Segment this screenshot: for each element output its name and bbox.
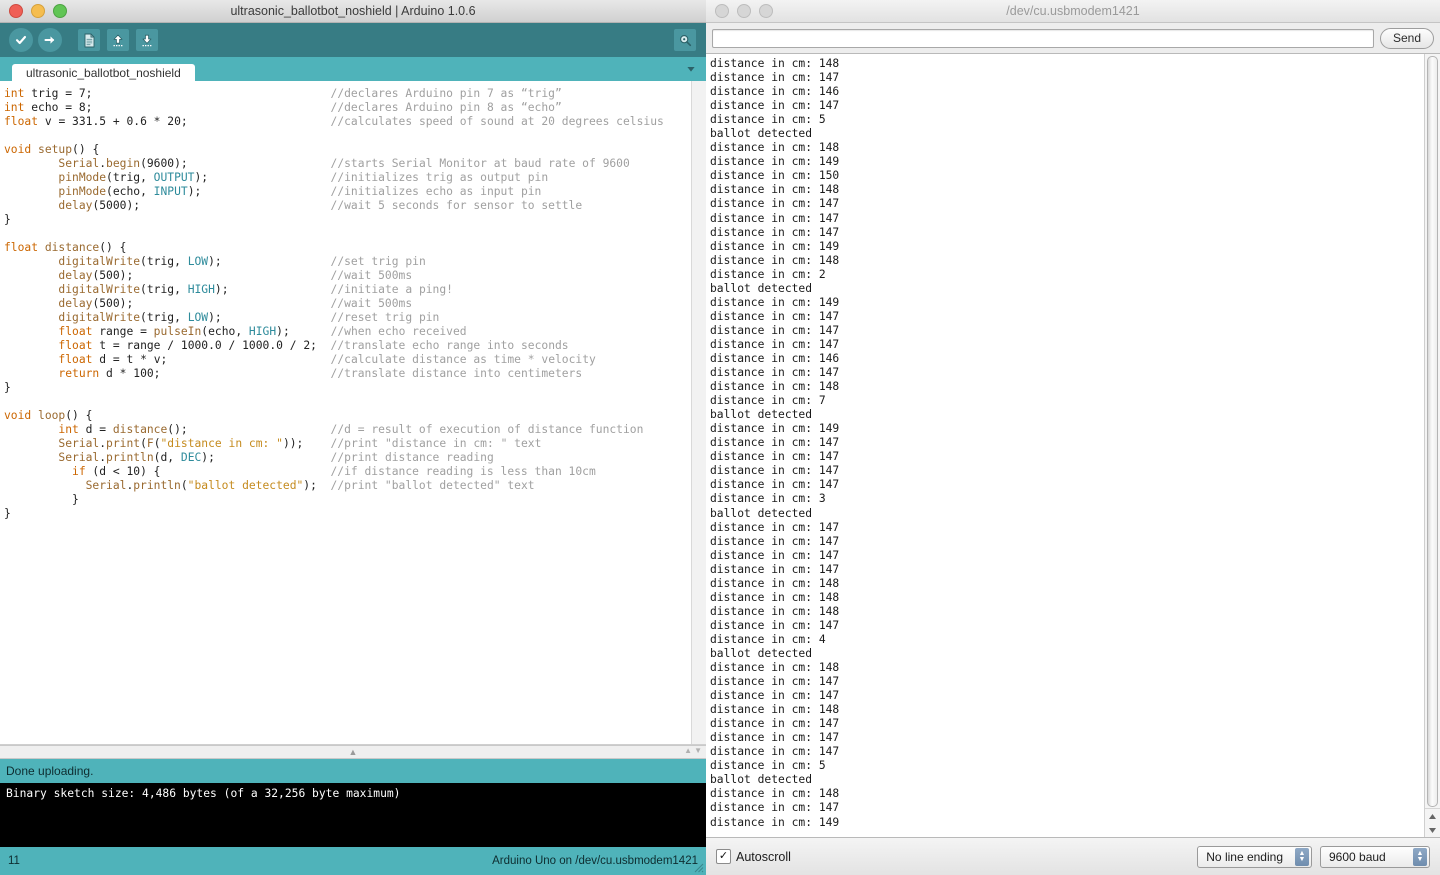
divider-scroll-arrows[interactable]: ▲ ▼ bbox=[684, 747, 702, 755]
serial-monitor-button[interactable] bbox=[674, 29, 696, 51]
code-text: int trig = 7; //declares Arduino pin 7 a… bbox=[4, 87, 664, 520]
arduino-ide-window: ultrasonic_ballotbot_noshield | Arduino … bbox=[0, 0, 707, 875]
scroll-up-icon[interactable] bbox=[1428, 813, 1437, 820]
maximize-window-icon[interactable] bbox=[759, 4, 773, 18]
ide-tabbar: ultrasonic_ballotbot_noshield bbox=[0, 57, 706, 81]
chevron-down-icon bbox=[685, 63, 697, 75]
autoscroll-checkbox[interactable]: ✓ Autoscroll bbox=[716, 849, 791, 864]
tab-menu-button[interactable] bbox=[684, 62, 698, 76]
ide-toolbar bbox=[0, 23, 706, 57]
serial-monitor-window: /dev/cu.usbmodem1421 Send distance in cm… bbox=[706, 0, 1440, 875]
serial-window-title: /dev/cu.usbmodem1421 bbox=[1006, 4, 1140, 18]
ide-window-controls[interactable] bbox=[0, 4, 67, 18]
serial-scrollbar[interactable] bbox=[1424, 54, 1440, 837]
search-icon bbox=[678, 33, 693, 48]
divider-handle-icon: ▲ bbox=[348, 747, 358, 757]
check-icon bbox=[9, 28, 33, 52]
cursor-line-number: 11 bbox=[8, 855, 20, 867]
scrollbar-arrows[interactable] bbox=[1425, 808, 1440, 837]
minimize-window-icon[interactable] bbox=[31, 4, 45, 18]
scrollbar-thumb[interactable] bbox=[1427, 56, 1438, 807]
scroll-down-icon[interactable] bbox=[1428, 827, 1437, 834]
ide-status-message: Done uploading. bbox=[0, 759, 706, 783]
serial-send-input[interactable] bbox=[712, 28, 1374, 48]
line-ending-value: No line ending bbox=[1206, 849, 1283, 864]
resize-grip-icon[interactable] bbox=[692, 861, 704, 873]
serial-output-area: distance in cm: 148 distance in cm: 147 … bbox=[706, 53, 1440, 838]
upload-button[interactable] bbox=[37, 27, 63, 53]
baud-rate-value: 9600 baud bbox=[1329, 849, 1386, 864]
save-sketch-button[interactable] bbox=[134, 27, 160, 53]
board-port-status: Arduino Uno on /dev/cu.usbmodem1421 bbox=[492, 855, 698, 867]
send-button[interactable]: Send bbox=[1379, 27, 1434, 49]
ide-window-title: ultrasonic_ballotbot_noshield | Arduino … bbox=[230, 4, 476, 18]
baud-rate-select[interactable]: 9600 baud ▲ ▼ bbox=[1320, 845, 1430, 868]
verify-button[interactable] bbox=[8, 27, 34, 53]
checkmark-icon: ✓ bbox=[716, 849, 731, 864]
code-editor[interactable]: int trig = 7; //declares Arduino pin 7 a… bbox=[0, 81, 706, 745]
ide-statusbar: 11 Arduino Uno on /dev/cu.usbmodem1421 bbox=[0, 847, 706, 875]
scroll-up-icon[interactable]: ▲ bbox=[684, 747, 692, 755]
ide-titlebar: ultrasonic_ballotbot_noshield | Arduino … bbox=[0, 0, 706, 23]
editor-scrollbar[interactable] bbox=[691, 81, 706, 744]
serial-output-text: distance in cm: 148 distance in cm: 147 … bbox=[710, 57, 840, 829]
arrow-right-icon bbox=[38, 28, 62, 52]
new-sketch-button[interactable] bbox=[76, 27, 102, 53]
stepper-icon[interactable]: ▲ ▼ bbox=[1413, 847, 1427, 866]
document-icon bbox=[78, 29, 100, 51]
line-ending-select[interactable]: No line ending ▲ ▼ bbox=[1197, 845, 1312, 868]
serial-bottom-bar: ✓ Autoscroll No line ending ▲ ▼ 9600 baud… bbox=[706, 838, 1440, 875]
sketch-tab[interactable]: ultrasonic_ballotbot_noshield bbox=[12, 64, 195, 81]
arrow-down-icon bbox=[136, 29, 158, 51]
scroll-down-icon[interactable]: ▼ bbox=[694, 747, 702, 755]
editor-console-divider[interactable]: ▲ ▲ ▼ bbox=[0, 745, 706, 759]
ide-console-output: Binary sketch size: 4,486 bytes (of a 32… bbox=[0, 783, 706, 847]
close-window-icon[interactable] bbox=[715, 4, 729, 18]
serial-window-controls[interactable] bbox=[706, 4, 773, 18]
serial-titlebar: /dev/cu.usbmodem1421 bbox=[706, 0, 1440, 23]
open-sketch-button[interactable] bbox=[105, 27, 131, 53]
stepper-icon[interactable]: ▲ ▼ bbox=[1295, 847, 1309, 866]
autoscroll-label: Autoscroll bbox=[736, 849, 791, 864]
close-window-icon[interactable] bbox=[9, 4, 23, 18]
arrow-up-icon bbox=[107, 29, 129, 51]
serial-send-row: Send bbox=[706, 23, 1440, 53]
maximize-window-icon[interactable] bbox=[53, 4, 67, 18]
minimize-window-icon[interactable] bbox=[737, 4, 751, 18]
